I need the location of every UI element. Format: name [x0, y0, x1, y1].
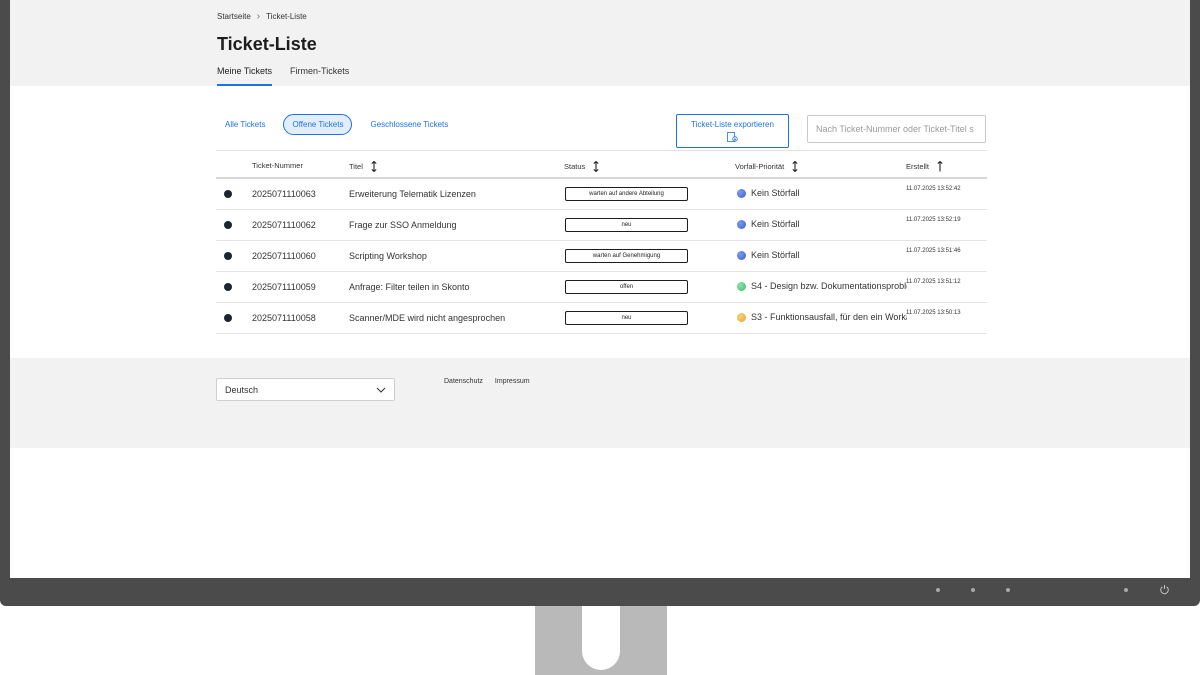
- table-row[interactable]: 2025071110062 Frage zur SSO Anmeldung ne…: [216, 210, 987, 241]
- main-tabs: Meine Tickets Firmen-Tickets: [217, 66, 349, 86]
- ticket-number: 2025071110059: [252, 282, 316, 292]
- col-header-priority[interactable]: Vorfall-Priorität: [735, 161, 798, 172]
- filter-all-tickets[interactable]: Alle Tickets: [217, 115, 273, 134]
- sort-icon: [593, 161, 599, 172]
- col-header-status[interactable]: Status: [564, 161, 599, 172]
- priority: Kein Störfall: [737, 250, 907, 260]
- filter-closed-tickets[interactable]: Geschlossene Tickets: [362, 115, 456, 134]
- export-button-label: Ticket-Liste exportieren: [691, 120, 774, 129]
- monitor-button-dot: [971, 588, 975, 592]
- priority: Kein Störfall: [737, 188, 907, 198]
- search-input[interactable]: [807, 115, 986, 143]
- sort-ascending-icon: [937, 161, 943, 172]
- ticket-title: Scanner/MDE wird nicht angesprochen: [349, 313, 506, 323]
- col-header-title[interactable]: Titel: [349, 161, 377, 172]
- sort-icon: [792, 161, 798, 172]
- ticket-table: Ticket-Nummer Titel Status Vorfall-Prior…: [216, 150, 987, 334]
- priority-dot: [737, 250, 746, 260]
- status-badge: warten auf Genehmigung: [565, 249, 688, 263]
- table-header: Ticket-Nummer Titel Status Vorfall-Prior…: [216, 150, 987, 179]
- created-date: 11.07.2025 13:52:42: [906, 186, 961, 192]
- col-label-priority: Vorfall-Priorität: [735, 162, 785, 171]
- breadcrumb: Startseite › Ticket-Liste: [217, 11, 307, 22]
- tab-my-tickets[interactable]: Meine Tickets: [217, 66, 273, 86]
- created-date: 11.07.2025 13:52:19: [906, 217, 961, 223]
- language-value: Deutsch: [225, 384, 259, 395]
- priority-label: Kein Störfall: [751, 250, 800, 260]
- col-header-number[interactable]: Ticket-Nummer: [252, 161, 303, 170]
- monitor-button-dot: [936, 588, 940, 592]
- priority-dot: [737, 312, 746, 322]
- export-button[interactable]: Ticket-Liste exportieren: [676, 114, 789, 148]
- ticket-status-dot: [224, 314, 232, 322]
- status-badge: neu: [565, 218, 688, 232]
- priority-label: S4 - Design bzw. Dokumentationsprobleme: [751, 281, 907, 291]
- monitor-frame: Startseite › Ticket-Liste Ticket-Liste M…: [0, 0, 1200, 606]
- created-date: 11.07.2025 13:51:12: [906, 279, 961, 285]
- col-label-created: Erstellt: [906, 162, 929, 171]
- ticket-status-dot: [224, 283, 232, 291]
- ticket-number: 2025071110063: [252, 189, 316, 199]
- table-row[interactable]: 2025071110059 Anfrage: Filter teilen in …: [216, 272, 987, 303]
- table-row[interactable]: 2025071110060 Scripting Workshop warten …: [216, 241, 987, 272]
- priority: S4 - Design bzw. Dokumentationsprobleme: [737, 281, 907, 291]
- col-label-status: Status: [564, 162, 586, 171]
- ticket-status-dot: [224, 221, 232, 229]
- col-label-title: Titel: [349, 162, 363, 171]
- export-file-icon: [727, 132, 738, 142]
- priority-label: S3 - Funktionsausfall, für den ein Worka…: [751, 312, 907, 322]
- priority-dot: [737, 281, 746, 291]
- monitor-button-dot: [1006, 588, 1010, 592]
- monitor-stand-cutout: [582, 606, 620, 670]
- tab-company-tickets[interactable]: Firmen-Tickets: [290, 66, 349, 86]
- power-icon: [1160, 585, 1169, 595]
- ticket-number: 2025071110058: [252, 313, 316, 323]
- created-date: 11.07.2025 13:50:13: [906, 310, 961, 316]
- ticket-title: Scripting Workshop: [349, 251, 427, 261]
- priority-label: Kein Störfall: [751, 219, 800, 229]
- imprint-link[interactable]: Impressum: [495, 378, 530, 385]
- col-label-number: Ticket-Nummer: [252, 161, 303, 170]
- col-header-created[interactable]: Erstellt: [906, 161, 943, 172]
- table-row[interactable]: 2025071110063 Erweiterung Telematik Lize…: [216, 179, 987, 210]
- priority: S3 - Funktionsausfall, für den ein Worka…: [737, 312, 907, 322]
- page-title: Ticket-Liste: [217, 34, 317, 54]
- ticket-status-dot: [224, 252, 232, 260]
- ticket-title: Anfrage: Filter teilen in Skonto: [349, 282, 470, 292]
- sort-icon: [371, 161, 377, 172]
- table-row[interactable]: 2025071110058 Scanner/MDE wird nicht ang…: [216, 303, 987, 334]
- header-area: [10, 0, 1190, 86]
- breadcrumb-current: Ticket-Liste: [266, 12, 307, 21]
- language-select[interactable]: Deutsch: [216, 378, 395, 401]
- monitor-button-dot: [1124, 588, 1128, 592]
- priority-dot: [737, 219, 746, 229]
- ticket-status-dot: [224, 190, 232, 198]
- created-date: 11.07.2025 13:51:46: [906, 248, 961, 254]
- ticket-number: 2025071110060: [252, 251, 316, 261]
- ticket-title: Erweiterung Telematik Lizenzen: [349, 189, 476, 199]
- status-badge: neu: [565, 311, 688, 325]
- status-badge: offen: [565, 280, 688, 294]
- priority-dot: [737, 188, 746, 198]
- footer: [10, 358, 1190, 448]
- privacy-link[interactable]: Datenschutz: [444, 378, 483, 385]
- priority-label: Kein Störfall: [751, 188, 800, 198]
- ticket-title: Frage zur SSO Anmeldung: [349, 220, 457, 230]
- chevron-down-icon: [376, 387, 386, 393]
- priority: Kein Störfall: [737, 219, 907, 229]
- chevron-right-icon: ›: [256, 11, 261, 22]
- footer-links: Datenschutz Impressum: [444, 378, 530, 385]
- screen: Startseite › Ticket-Liste Ticket-Liste M…: [10, 0, 1190, 578]
- ticket-filters: Alle Tickets Offene Tickets Geschlossene…: [217, 114, 456, 135]
- ticket-number: 2025071110062: [252, 220, 316, 230]
- status-badge: warten auf andere Abteilung: [565, 187, 688, 201]
- breadcrumb-home[interactable]: Startseite: [217, 12, 251, 21]
- filter-open-tickets[interactable]: Offene Tickets: [283, 114, 353, 135]
